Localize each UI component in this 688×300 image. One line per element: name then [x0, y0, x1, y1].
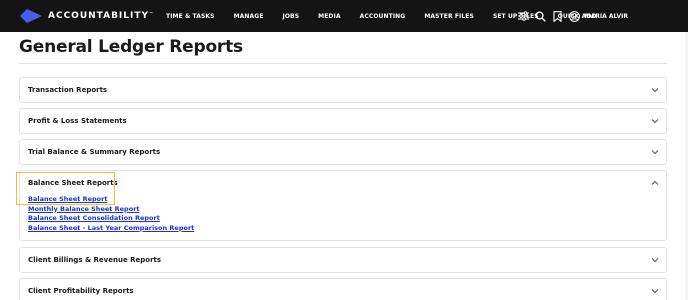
section-transaction-reports: Transaction Reports: [19, 77, 667, 103]
section-profit-loss: Profit & Loss Statements: [19, 108, 667, 134]
filter-sliders-icon[interactable]: [517, 9, 531, 23]
nav-time-tasks[interactable]: TIME & TASKS: [166, 13, 215, 20]
nav-right: MARIA ALVIR: [514, 0, 688, 32]
link-balance-sheet-report[interactable]: Balance Sheet Report: [28, 195, 666, 205]
section-header[interactable]: Profit & Loss Statements: [20, 109, 666, 133]
link-balance-sheet-consolidation-report[interactable]: Balance Sheet Consolidation Report: [28, 214, 666, 224]
chevron-up-icon: [651, 179, 659, 187]
logo[interactable]: ACCOUNTABILITY™: [20, 9, 154, 23]
diamond-logo-icon: [20, 9, 42, 23]
section-title: Client Billings & Revenue Reports: [28, 256, 162, 264]
top-navbar: ACCOUNTABILITY™ TIME & TASKS MANAGE JOBS…: [0, 0, 688, 32]
section-balance-sheet: Balance Sheet Reports Balance Sheet Repo…: [19, 170, 667, 241]
chevron-down-icon: [651, 117, 659, 125]
nav-manage[interactable]: MANAGE: [234, 13, 264, 20]
user-name[interactable]: MARIA ALVIR: [585, 13, 628, 20]
balance-sheet-links: Balance Sheet Report Monthly Balance She…: [20, 195, 666, 233]
bookmark-icon[interactable]: [551, 9, 565, 23]
section-title: Client Profitability Reports: [28, 287, 134, 295]
section-header[interactable]: Client Billings & Revenue Reports: [20, 248, 666, 272]
chevron-down-icon: [651, 148, 659, 156]
section-header[interactable]: Balance Sheet Reports: [20, 171, 666, 195]
page-title: General Ledger Reports: [19, 37, 243, 57]
user-avatar-icon[interactable]: [568, 9, 582, 23]
section-trial-balance: Trial Balance & Summary Reports: [19, 139, 667, 165]
section-header[interactable]: Transaction Reports: [20, 78, 666, 102]
chevron-down-icon: [651, 287, 659, 295]
section-header[interactable]: Trial Balance & Summary Reports: [20, 140, 666, 164]
section-title: Trial Balance & Summary Reports: [28, 148, 161, 156]
title-divider: [19, 63, 667, 64]
nav-media[interactable]: MEDIA: [318, 13, 340, 20]
nav-master-files[interactable]: MASTER FILES: [424, 13, 474, 20]
chevron-down-icon: [651, 86, 659, 94]
section-client-billings: Client Billings & Revenue Reports: [19, 247, 667, 273]
link-monthly-balance-sheet-report[interactable]: Monthly Balance Sheet Report: [28, 205, 666, 215]
search-icon[interactable]: [534, 9, 548, 23]
chevron-down-icon: [651, 256, 659, 264]
section-title: Profit & Loss Statements: [28, 117, 127, 125]
section-header[interactable]: Client Profitability Reports: [20, 279, 666, 300]
section-client-profitability: Client Profitability Reports: [19, 278, 667, 300]
nav-jobs[interactable]: JOBS: [283, 13, 300, 20]
highlight-box: [16, 172, 115, 205]
nav-accounting[interactable]: ACCOUNTING: [360, 13, 406, 20]
link-balance-sheet-last-year-comparison[interactable]: Balance Sheet - Last Year Comparison Rep…: [28, 224, 666, 234]
brand-name: ACCOUNTABILITY™: [48, 11, 155, 21]
section-title: Transaction Reports: [28, 86, 108, 94]
